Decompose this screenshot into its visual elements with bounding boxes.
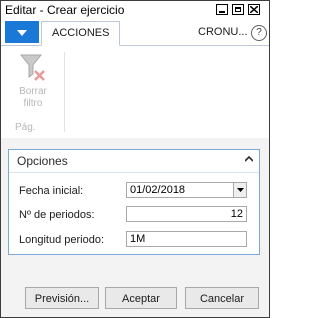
- ribbon-separator: [64, 52, 65, 132]
- window-title: Editar - Crear ejercicio: [5, 3, 125, 17]
- ribbon-body: Borrar filtro Pág.: [1, 46, 269, 138]
- close-button[interactable]: [248, 4, 260, 15]
- options-header[interactable]: Opciones: [9, 150, 259, 173]
- num-periods-label: Nº de periodos:: [19, 209, 95, 221]
- accept-button[interactable]: Aceptar: [105, 287, 177, 309]
- clear-filter-label: Borrar filtro: [19, 86, 47, 109]
- options-title: Opciones: [17, 154, 68, 168]
- preview-button[interactable]: Previsión...: [25, 287, 99, 309]
- collapse-icon[interactable]: [245, 156, 253, 162]
- ribbon-tab-bar: ACCIONES CRONU... ?: [1, 19, 269, 46]
- maximize-button[interactable]: [232, 4, 244, 15]
- dialog-window: Editar - Crear ejercicio ACCIONES CRONU.…: [0, 0, 270, 318]
- start-date-input[interactable]: [126, 182, 234, 198]
- tab-acciones[interactable]: ACCIONES: [41, 21, 121, 46]
- chevron-down-icon: [237, 188, 244, 192]
- chevron-down-icon: [17, 30, 27, 36]
- period-length-input[interactable]: [126, 231, 247, 247]
- num-periods-input[interactable]: [126, 206, 247, 222]
- ribbon-group-label: Pág.: [15, 122, 36, 133]
- help-button[interactable]: ?: [251, 25, 267, 41]
- close-icon: [250, 6, 258, 13]
- start-date-label: Fecha inicial:: [19, 185, 84, 197]
- title-bar[interactable]: Editar - Crear ejercicio: [1, 1, 269, 19]
- navigation-menu-button[interactable]: [5, 21, 39, 43]
- clear-filter-icon: [19, 54, 45, 81]
- period-length-label: Longitud periodo:: [19, 234, 105, 246]
- cancel-button[interactable]: Cancelar: [185, 287, 259, 309]
- minimize-button[interactable]: [216, 4, 228, 15]
- tab-cronu[interactable]: CRONU...: [198, 26, 248, 38]
- start-date-dropdown[interactable]: [233, 182, 247, 198]
- clear-filter-button[interactable]: Borrar filtro: [9, 52, 57, 110]
